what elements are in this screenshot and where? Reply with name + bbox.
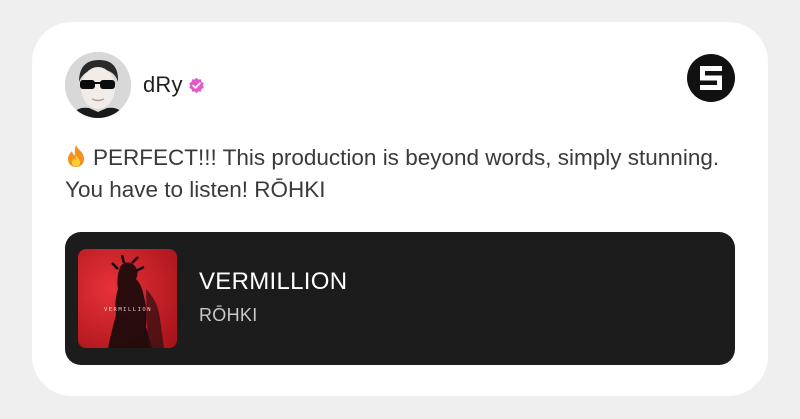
sound-s-logo-icon[interactable] xyxy=(687,54,735,102)
username[interactable]: dRy xyxy=(143,72,183,98)
user-avatar[interactable] xyxy=(65,52,131,118)
cover-text: VERMILLION xyxy=(104,307,152,313)
user-avatar-icon xyxy=(65,52,131,118)
track-artist[interactable]: RŌHKI xyxy=(199,305,258,326)
album-cover[interactable]: VERMILLION xyxy=(78,249,177,348)
post-card: dRy PERFECT!!! This production is beyond… xyxy=(32,22,768,396)
post-text-content: PERFECT!!! This production is beyond wor… xyxy=(65,145,720,202)
fire-emoji-icon xyxy=(68,145,84,167)
track-card[interactable]: VERMILLION VERMILLION RŌHKI xyxy=(65,232,735,365)
verified-badge-icon xyxy=(189,77,204,93)
track-title[interactable]: VERMILLION xyxy=(199,268,347,296)
s-logo-glyph xyxy=(700,66,722,90)
post-text: PERFECT!!! This production is beyond wor… xyxy=(65,142,725,206)
album-cover-art-icon: VERMILLION xyxy=(78,249,177,348)
username-row: dRy xyxy=(143,72,205,98)
